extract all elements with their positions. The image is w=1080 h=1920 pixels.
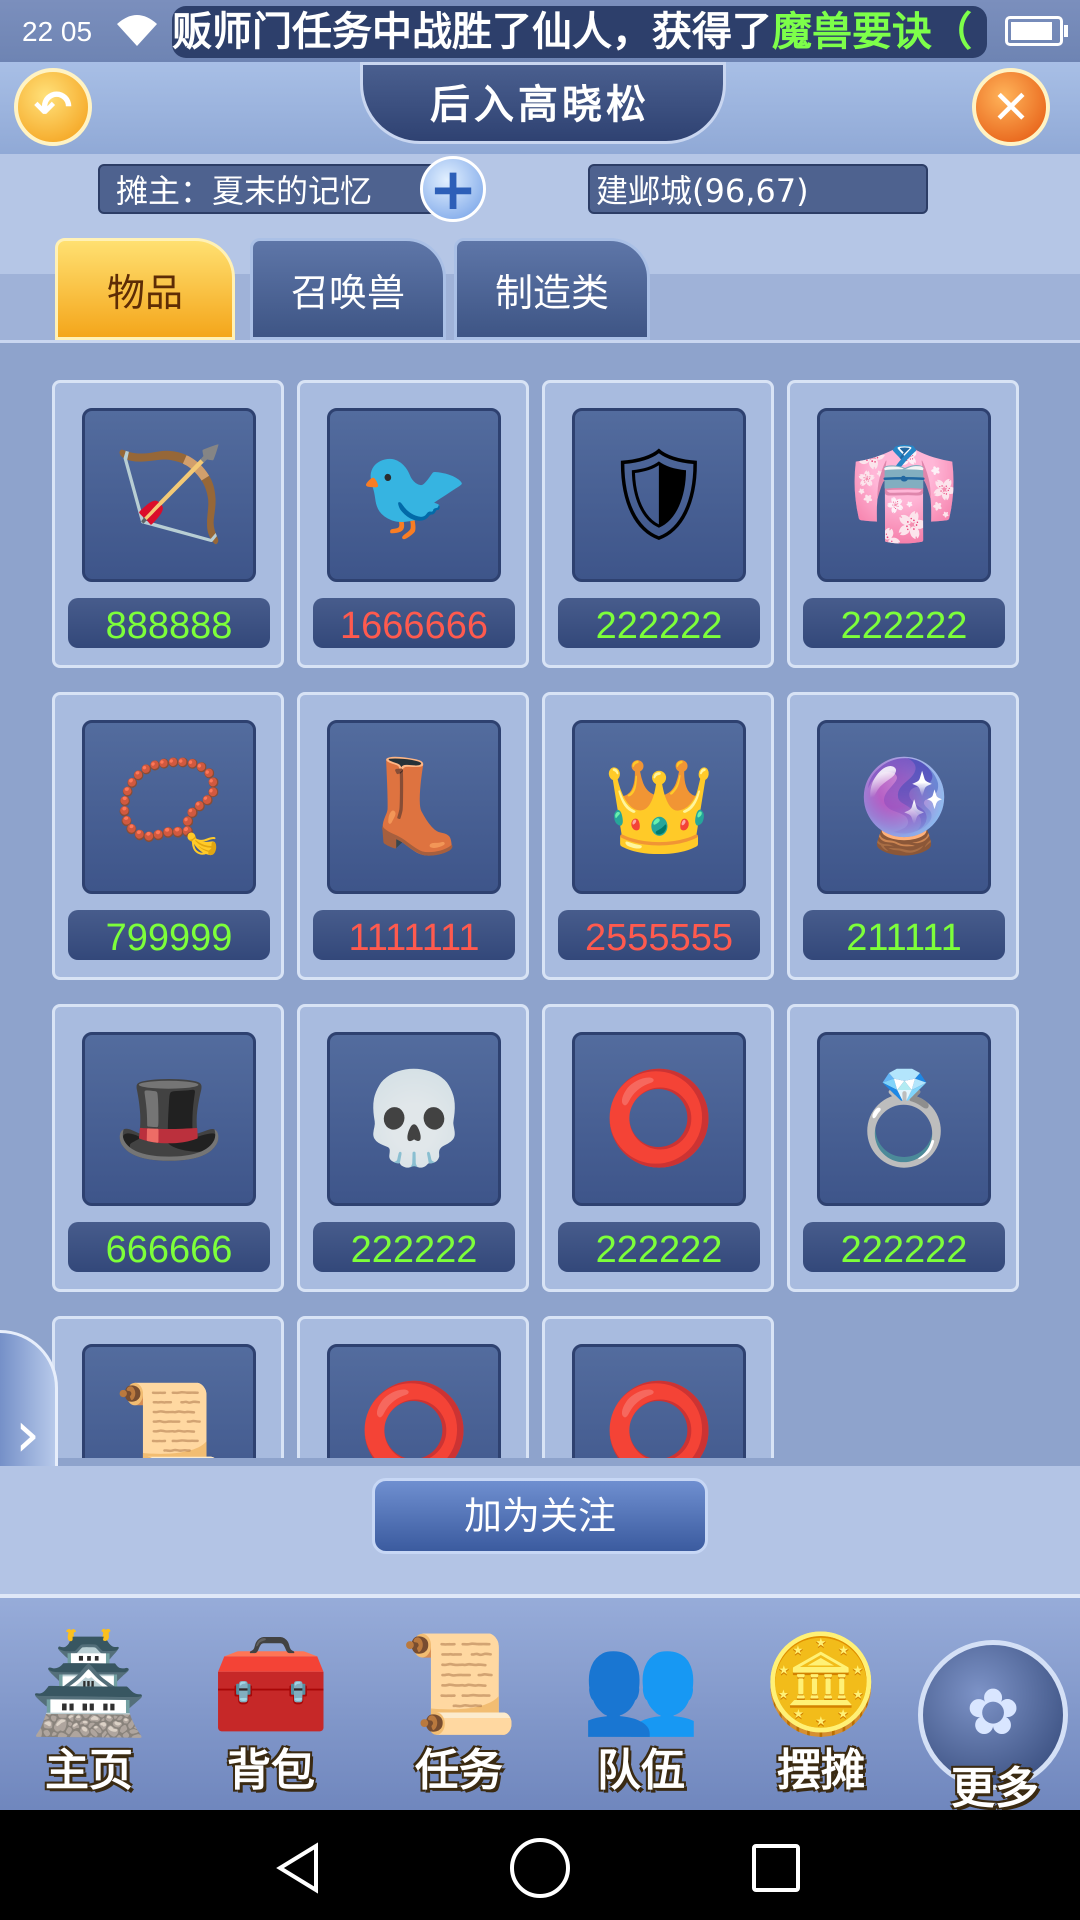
- item-card[interactable]: ⭕ 222222: [542, 1004, 774, 1292]
- back-button[interactable]: ↶: [14, 68, 92, 146]
- stall-owner: 摊主：夏末的记忆: [98, 164, 448, 214]
- blue-orb-icon: 🔮: [817, 720, 991, 894]
- nav-team[interactable]: 👥 队伍: [556, 1624, 726, 1814]
- add-friend-button[interactable]: +: [420, 156, 486, 222]
- nav-home-pagoda[interactable]: 🏯 主页: [4, 1624, 174, 1814]
- battery-icon: [1005, 16, 1068, 46]
- item-card[interactable]: 🐦 1666666: [297, 380, 529, 668]
- item-price: 799999: [68, 910, 270, 960]
- home-pagoda-icon: 🏯: [29, 1628, 149, 1740]
- nav-quest-scroll[interactable]: 📜 任务: [374, 1624, 544, 1814]
- item-card[interactable]: 🔮 211111: [787, 692, 1019, 980]
- golden-ring-icon: ⭕: [327, 1344, 501, 1458]
- item-grid[interactable]: 🏹 888888 🐦 1666666 🛡 222222 👘 222222 📿 799999 👢 111…: [0, 340, 1080, 1458]
- item-card[interactable]: 💍 222222: [787, 1004, 1019, 1292]
- page-title: 后入高晓松: [430, 82, 650, 128]
- robe-icon: 👘: [817, 408, 991, 582]
- striped-hat-icon: 🎩: [82, 1032, 256, 1206]
- close-button[interactable]: ✕: [972, 68, 1050, 146]
- system-marquee: 贩师门任务中战胜了仙人，获得了魔兽要诀（: [172, 6, 987, 58]
- nav-label: 更多: [951, 1763, 1039, 1814]
- item-price: 222222: [803, 598, 1005, 648]
- item-card[interactable]: 📿 799999: [52, 692, 284, 980]
- item-price: 222222: [313, 1222, 515, 1272]
- back-arrow-icon: ↶: [33, 80, 73, 134]
- blue-bracelet-icon: 💍: [817, 1032, 991, 1206]
- item-price: 222222: [558, 1222, 760, 1272]
- skull-charm-icon: 💀: [327, 1032, 501, 1206]
- golden-bird-pendant-icon: 🐦: [327, 408, 501, 582]
- item-card[interactable]: 🛡 222222: [542, 380, 774, 668]
- item-price: 211111: [803, 910, 1005, 960]
- armor-icon: 🛡: [572, 408, 746, 582]
- system-recents-icon[interactable]: [752, 1844, 800, 1892]
- necklace-armor-icon: 📿: [82, 720, 256, 894]
- item-card[interactable]: 👘 222222: [787, 380, 1019, 668]
- item-card[interactable]: 🏹 888888: [52, 380, 284, 668]
- stall-location: 建邺城(96,67): [588, 164, 928, 214]
- nav-stall-coin[interactable]: 🪙 摆摊: [736, 1624, 906, 1814]
- stall-coin-icon: 🪙: [761, 1628, 881, 1740]
- item-card[interactable]: 👢 1111111: [297, 692, 529, 980]
- green-boots-icon: 👢: [327, 720, 501, 894]
- quest-scroll-icon: 📜: [399, 1628, 519, 1740]
- follow-button[interactable]: 加为关注: [372, 1478, 708, 1554]
- item-card[interactable]: ⭕: [542, 1316, 774, 1458]
- item-price: 2555555: [558, 910, 760, 960]
- treasure-chest-icon: 🧰: [211, 1628, 331, 1740]
- marquee-highlight: 魔兽要诀（: [772, 9, 972, 55]
- item-price: 666666: [68, 1222, 270, 1272]
- item-price: 222222: [803, 1222, 1005, 1272]
- more-icon: ✿: [966, 1676, 1020, 1750]
- item-price: 1111111: [313, 910, 515, 960]
- gold-hoop-icon: ⭕: [572, 1344, 746, 1458]
- plus-icon: +: [428, 155, 478, 223]
- item-card[interactable]: 🎩 666666: [52, 1004, 284, 1292]
- system-back-icon[interactable]: [270, 1838, 330, 1898]
- item-card[interactable]: 👑 2555555: [542, 692, 774, 980]
- team-icon: 👥: [581, 1628, 701, 1740]
- item-price: 1666666: [313, 598, 515, 648]
- system-home-icon[interactable]: [510, 1838, 570, 1898]
- tab-items[interactable]: 物品: [55, 238, 235, 340]
- marquee-text: 贩师门任务中战胜了仙人，获得了: [172, 9, 772, 55]
- battery-fill: [1011, 22, 1052, 40]
- item-card[interactable]: 💀 222222: [297, 1004, 529, 1292]
- tab-pets[interactable]: 召唤兽: [250, 238, 446, 340]
- ring-icon: ⭕: [572, 1032, 746, 1206]
- nav-treasure-chest[interactable]: 🧰 背包: [186, 1624, 356, 1814]
- bow-icon: 🏹: [82, 408, 256, 582]
- clock: 22 05: [22, 16, 93, 47]
- golden-crown-wings-icon: 👑: [572, 720, 746, 894]
- item-price: 222222: [558, 598, 760, 648]
- item-price: 888888: [68, 598, 270, 648]
- scroll-bundle-icon: 📜: [82, 1344, 256, 1458]
- item-card[interactable]: ⭕: [297, 1316, 529, 1458]
- item-card[interactable]: 📜: [52, 1316, 284, 1458]
- chevron-right-icon: ›: [14, 1398, 41, 1472]
- wifi-icon: [117, 15, 157, 46]
- close-icon: ✕: [991, 80, 1031, 134]
- tab-crafting[interactable]: 制造类: [454, 238, 650, 340]
